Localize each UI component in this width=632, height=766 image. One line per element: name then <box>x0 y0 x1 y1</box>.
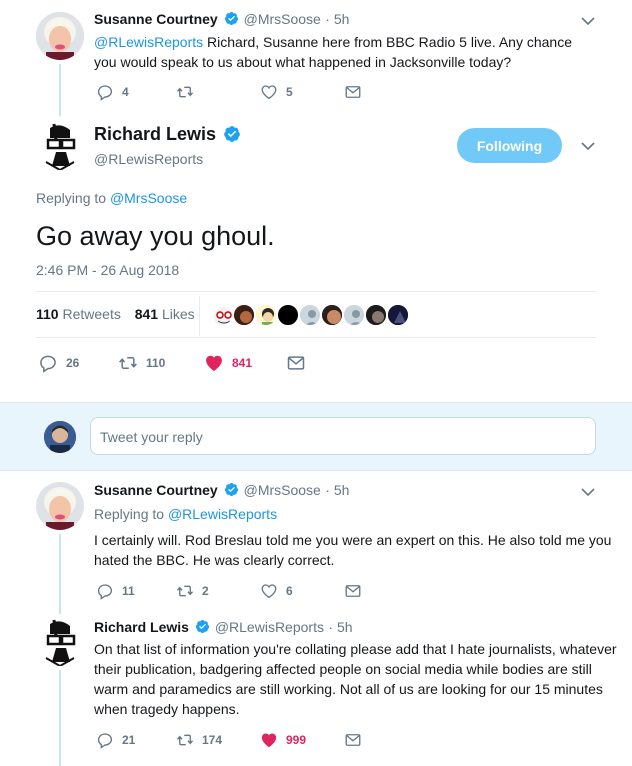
tweet-timestamp[interactable]: 2:46 PM - 26 Aug 2018 <box>36 262 179 278</box>
main-author-handle[interactable]: @RLewisReports <box>94 151 203 167</box>
verified-icon <box>225 482 239 497</box>
author-name[interactable]: Richard Lewis <box>94 619 189 635</box>
author-handle[interactable]: @MrsSoose <box>244 482 321 498</box>
like-button[interactable]: 999 <box>260 731 344 749</box>
verified-icon <box>196 619 210 634</box>
likes-stat[interactable]: 841 Likes <box>135 306 195 322</box>
tweet-actions: 21 174 999 <box>96 731 362 749</box>
dm-button[interactable] <box>344 83 362 101</box>
dm-icon <box>345 734 361 746</box>
retweets-stat[interactable]: 110 Retweets <box>36 306 121 322</box>
author-name[interactable]: Susanne Courtney <box>94 11 218 27</box>
tweet-time[interactable]: 5h <box>337 619 353 635</box>
liker-avatar[interactable] <box>210 303 234 327</box>
following-button[interactable]: Following <box>457 128 562 163</box>
reply-icon <box>97 85 113 101</box>
retweet-icon <box>176 585 194 597</box>
like-icon <box>261 584 277 599</box>
avatar-susanne[interactable] <box>36 482 84 530</box>
retweet-button[interactable]: 110 <box>118 353 204 373</box>
thread-line <box>59 670 61 766</box>
tweet-header: Richard Lewis @RLewisReports · 5h <box>94 619 353 635</box>
retweet-icon <box>176 86 194 98</box>
reply-button[interactable]: 11 <box>96 582 176 600</box>
replying-to: Replying to @MrsSoose <box>36 190 188 206</box>
reply-icon <box>97 733 113 749</box>
replying-to: Replying to @RLewisReports <box>94 506 278 522</box>
replying-to-link[interactable]: @MrsSoose <box>110 190 187 206</box>
tweet-actions: 11 2 6 <box>96 582 362 600</box>
like-icon <box>206 355 222 371</box>
verified-icon <box>225 11 239 26</box>
user-avatar[interactable] <box>44 421 76 453</box>
dm-button[interactable] <box>344 731 362 749</box>
chevron-down-icon[interactable] <box>581 16 595 26</box>
reply-input-placeholder: Tweet your reply <box>100 429 203 445</box>
avatar-susanne[interactable] <box>36 12 84 60</box>
author-handle[interactable]: @MrsSoose <box>244 11 321 27</box>
author-name[interactable]: Susanne Courtney <box>94 482 218 498</box>
main-tweet-text: Go away you ghoul. <box>36 221 275 251</box>
stats-separator <box>199 296 200 336</box>
tweet-text: On that list of information you're colla… <box>94 641 617 717</box>
tweet-stats: 110 Retweets 841 Likes <box>36 306 195 322</box>
reply-icon <box>97 584 113 600</box>
divider <box>36 291 596 292</box>
like-button[interactable]: 841 <box>204 353 286 373</box>
reply-button[interactable]: 4 <box>96 83 176 101</box>
like-button[interactable]: 5 <box>260 83 344 101</box>
liker-avatar[interactable] <box>232 303 256 327</box>
thread-line <box>59 64 61 116</box>
dm-icon <box>287 356 305 370</box>
reply-button[interactable]: 26 <box>38 353 118 373</box>
main-tweet-actions: 26 110 841 <box>38 353 306 373</box>
tweet-header: Susanne Courtney @MrsSoose · 5h <box>94 482 350 498</box>
like-icon <box>261 733 277 748</box>
chevron-down-icon[interactable] <box>581 141 595 151</box>
retweet-button[interactable]: 2 <box>176 582 260 600</box>
liker-avatar[interactable] <box>364 303 388 327</box>
avatar-richard[interactable] <box>36 618 84 666</box>
tweet-actions: 4 5 <box>96 83 362 101</box>
dm-icon <box>345 86 361 98</box>
tweet-text: @RLewisReports Richard, Susanne here fro… <box>94 34 573 70</box>
tweet-time[interactable]: 5h <box>334 11 350 27</box>
main-author-name[interactable]: Richard Lewis <box>94 124 216 144</box>
author-handle[interactable]: @RLewisReports <box>215 619 324 635</box>
avatar-richard[interactable] <box>36 122 84 170</box>
main-author-name-row: Richard Lewis <box>94 124 241 145</box>
liker-avatar[interactable] <box>298 303 322 327</box>
chevron-down-icon[interactable] <box>581 487 595 497</box>
like-button[interactable]: 6 <box>260 582 344 600</box>
tweet-header: Susanne Courtney @MrsSoose · 5h <box>94 11 350 27</box>
verified-icon <box>223 126 240 142</box>
tweet-time[interactable]: 5h <box>334 482 350 498</box>
retweet-icon <box>119 357 137 369</box>
liker-avatar[interactable] <box>320 303 344 327</box>
reply-input[interactable]: Tweet your reply <box>90 417 596 455</box>
replying-to-link[interactable]: @RLewisReports <box>168 506 277 522</box>
reply-icon <box>40 355 56 373</box>
divider <box>36 337 596 338</box>
retweet-button[interactable]: 174 <box>176 731 260 749</box>
liker-avatar[interactable] <box>276 303 300 327</box>
retweet-icon <box>176 734 194 746</box>
thread-line <box>59 534 61 614</box>
dm-button[interactable] <box>286 353 306 373</box>
tweet-text: I certainly will. Rod Breslau told me yo… <box>94 532 612 568</box>
reply-button[interactable]: 21 <box>96 731 176 749</box>
dm-icon <box>345 585 361 597</box>
retweet-button[interactable] <box>176 83 260 101</box>
mention-link[interactable]: @RLewisReports <box>94 34 203 50</box>
like-icon <box>261 85 277 100</box>
liker-avatar[interactable] <box>254 303 278 327</box>
liker-avatar[interactable] <box>386 303 410 327</box>
liker-avatars <box>210 303 410 327</box>
liker-avatar[interactable] <box>342 303 366 327</box>
dm-button[interactable] <box>344 582 362 600</box>
